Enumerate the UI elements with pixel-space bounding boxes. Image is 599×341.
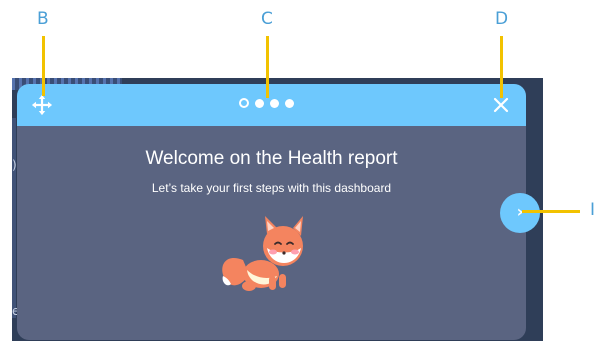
- next-step-button[interactable]: ›: [500, 193, 540, 233]
- callout-label-d: D: [495, 9, 509, 29]
- step-dot-4[interactable]: [285, 98, 294, 108]
- callout-line-c: [266, 36, 269, 98]
- fox-mascot-illustration: [222, 216, 303, 291]
- step-dot-2[interactable]: [255, 98, 264, 108]
- callout-line-e: [522, 210, 580, 213]
- background-sidebar-edge: [12, 118, 16, 318]
- move-icon[interactable]: [31, 94, 53, 116]
- step-dot-1[interactable]: [239, 98, 249, 108]
- modal-subtitle: Let’s take your first steps with this da…: [151, 181, 392, 195]
- callout-line-d: [500, 36, 503, 98]
- callout-label-c: C: [261, 9, 273, 29]
- step-indicator: [239, 98, 294, 108]
- background-text-fragment: ): [12, 158, 17, 172]
- modal-title: Welcome on the Health report: [145, 148, 398, 169]
- close-icon[interactable]: [493, 97, 509, 113]
- callout-label-b: B: [37, 9, 49, 29]
- callout-line-b: [42, 36, 45, 96]
- callout-label-e: I: [590, 200, 596, 220]
- onboarding-modal: Welcome on the Health report Let’s take …: [17, 84, 526, 340]
- modal-header: [17, 84, 526, 126]
- step-dot-3[interactable]: [270, 98, 279, 108]
